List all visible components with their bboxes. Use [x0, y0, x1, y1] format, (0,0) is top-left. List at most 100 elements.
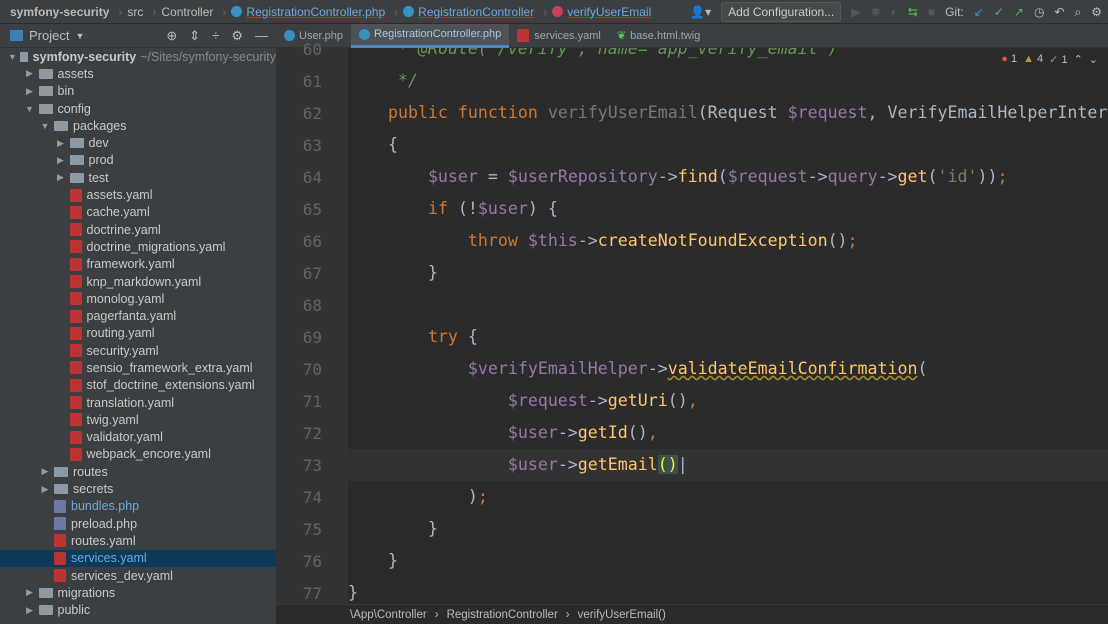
tree-item[interactable]: sensio_framework_extra.yaml: [0, 359, 276, 376]
tree-item[interactable]: security.yaml: [0, 342, 276, 359]
tree-item[interactable]: stof_doctrine_extensions.yaml: [0, 377, 276, 394]
locate-icon[interactable]: ⊕: [166, 28, 177, 44]
chevron-right-icon[interactable]: ▶: [24, 86, 36, 97]
git-update-icon[interactable]: ↙: [974, 5, 984, 19]
tree-item[interactable]: ▶ routes: [0, 463, 276, 480]
crumb-method[interactable]: verifyUserEmail(): [578, 609, 666, 621]
chevron-right-icon[interactable]: ▶: [39, 484, 51, 495]
code-line[interactable]: {: [348, 129, 1108, 161]
breadcrumb-file[interactable]: RegistrationController.php: [231, 5, 385, 19]
code-line[interactable]: $request->getUri(),: [348, 385, 1108, 417]
project-dropdown[interactable]: Project: [29, 28, 69, 43]
code-line[interactable]: public function verifyUserEmail(Request …: [348, 97, 1108, 129]
tree-item[interactable]: ▶ dev: [0, 134, 276, 151]
settings-icon[interactable]: ⚙: [1091, 5, 1102, 19]
tree-item[interactable]: knp_markdown.yaml: [0, 273, 276, 290]
tree-item[interactable]: monolog.yaml: [0, 290, 276, 307]
add-configuration-button[interactable]: Add Configuration...: [721, 2, 842, 22]
tree-item[interactable]: ▶ prod: [0, 152, 276, 169]
inspection-widget[interactable]: ● 1 ▲ 4 ✓ 1 ⌃ ⌄: [1001, 53, 1098, 66]
tree-item[interactable]: webpack_encore.yaml: [0, 446, 276, 463]
tab-registration-controller[interactable]: RegistrationController.php: [351, 23, 510, 48]
breadcrumb-src[interactable]: src: [127, 5, 143, 19]
previous-highlight-icon[interactable]: ⌃: [1074, 53, 1083, 66]
tree-item[interactable]: framework.yaml: [0, 256, 276, 273]
code-line[interactable]: }: [348, 545, 1108, 577]
yml-file-icon: [69, 326, 82, 340]
code-line[interactable]: $user = $userRepository->find($request->…: [348, 161, 1108, 193]
code-line[interactable]: }: [348, 513, 1108, 545]
code-line[interactable]: throw $this->createNotFoundException();: [348, 225, 1108, 257]
stop-icon[interactable]: ■: [928, 5, 935, 19]
tree-item[interactable]: ▼ symfony-security ~/Sites/symfony-securit…: [0, 48, 276, 65]
chevron-down-icon[interactable]: ▼: [24, 104, 36, 114]
crumb-namespace[interactable]: \App\Controller: [350, 609, 427, 621]
expand-all-icon[interactable]: ⇕: [189, 28, 200, 44]
code-line[interactable]: * @Route("/verify", name="app_verify_ema…: [348, 48, 1108, 65]
rollback-icon[interactable]: ↶: [1054, 5, 1064, 19]
code-line[interactable]: $verifyEmailHelper->validateEmailConfirm…: [348, 353, 1108, 385]
tree-item[interactable]: services_dev.yaml: [0, 567, 276, 584]
tree-item[interactable]: pagerfanta.yaml: [0, 307, 276, 324]
tree-item[interactable]: services.yaml: [0, 549, 276, 567]
tree-item[interactable]: cache.yaml: [0, 204, 276, 221]
code-line[interactable]: );: [348, 481, 1108, 513]
gear-icon[interactable]: ⚙: [231, 28, 243, 44]
code-line[interactable]: */: [348, 65, 1108, 97]
history-icon[interactable]: ◷: [1034, 5, 1044, 19]
code-line[interactable]: }: [348, 257, 1108, 289]
breadcrumb-method[interactable]: verifyUserEmail: [552, 5, 651, 19]
chevron-right-icon[interactable]: ▶: [39, 466, 51, 477]
code-line[interactable]: }: [348, 577, 1108, 604]
git-commit-icon[interactable]: ✓: [994, 5, 1004, 19]
debug-icon[interactable]: ✱: [870, 5, 880, 19]
tree-item[interactable]: twig.yaml: [0, 411, 276, 428]
chevron-right-icon[interactable]: ▶: [24, 68, 36, 79]
chevron-down-icon[interactable]: ▼: [8, 52, 17, 62]
next-highlight-icon[interactable]: ⌄: [1089, 53, 1098, 66]
breadcrumb-project[interactable]: symfony-security: [10, 5, 109, 19]
code-line[interactable]: $user->getEmail()|: [348, 449, 1108, 481]
tree-item[interactable]: ▶ migrations: [0, 584, 276, 601]
tree-item[interactable]: bundles.php: [0, 498, 276, 515]
chevron-right-icon[interactable]: ▶: [24, 587, 36, 598]
tree-item[interactable]: ▼ packages: [0, 117, 276, 134]
attach-icon[interactable]: ⇆: [908, 5, 918, 19]
code-editor[interactable]: * @Route("/verify", name="app_verify_ema…: [348, 48, 1108, 604]
tree-item[interactable]: ▶ bin: [0, 83, 276, 100]
chevron-right-icon[interactable]: ▶: [55, 172, 67, 183]
hide-icon[interactable]: —: [255, 28, 268, 44]
tree-item[interactable]: ▶ test: [0, 169, 276, 186]
tree-item[interactable]: routes.yaml: [0, 532, 276, 549]
crumb-class[interactable]: RegistrationController: [447, 609, 558, 621]
chevron-right-icon[interactable]: ▶: [55, 138, 67, 149]
tree-item[interactable]: translation.yaml: [0, 394, 276, 411]
code-line[interactable]: $user->getId(),: [348, 417, 1108, 449]
tree-item[interactable]: ▶ public: [0, 602, 276, 619]
breadcrumb-class[interactable]: RegistrationController: [403, 5, 534, 19]
tree-item[interactable]: validator.yaml: [0, 429, 276, 446]
coverage-icon[interactable]: ◐: [891, 5, 898, 19]
tab-services-yaml[interactable]: services.yaml: [509, 24, 609, 48]
code-line[interactable]: if (!$user) {: [348, 193, 1108, 225]
tree-item[interactable]: ▶ assets: [0, 65, 276, 82]
tree-item[interactable]: assets.yaml: [0, 186, 276, 203]
collapse-all-icon[interactable]: ÷: [212, 28, 219, 44]
tree-item[interactable]: ▼ config: [0, 100, 276, 117]
user-icon[interactable]: 👤▾: [690, 5, 711, 19]
chevron-right-icon[interactable]: ▶: [55, 155, 67, 166]
tree-item[interactable]: preload.php: [0, 515, 276, 532]
tree-item[interactable]: doctrine.yaml: [0, 221, 276, 238]
tree-item[interactable]: ▶ secrets: [0, 480, 276, 497]
code-line[interactable]: [348, 289, 1108, 321]
git-push-icon[interactable]: ↗: [1014, 5, 1024, 19]
chevron-down-icon[interactable]: ▼: [39, 121, 51, 131]
search-icon[interactable]: ⌕: [1075, 5, 1082, 20]
breadcrumb-controller[interactable]: Controller: [161, 5, 213, 19]
code-line[interactable]: try {: [348, 321, 1108, 353]
chevron-right-icon[interactable]: ▶: [24, 605, 36, 616]
run-icon[interactable]: ▶: [851, 5, 860, 19]
tree-item[interactable]: routing.yaml: [0, 325, 276, 342]
tree-item[interactable]: doctrine_migrations.yaml: [0, 238, 276, 255]
tab-base-twig[interactable]: ❦ base.html.twig: [609, 24, 709, 48]
